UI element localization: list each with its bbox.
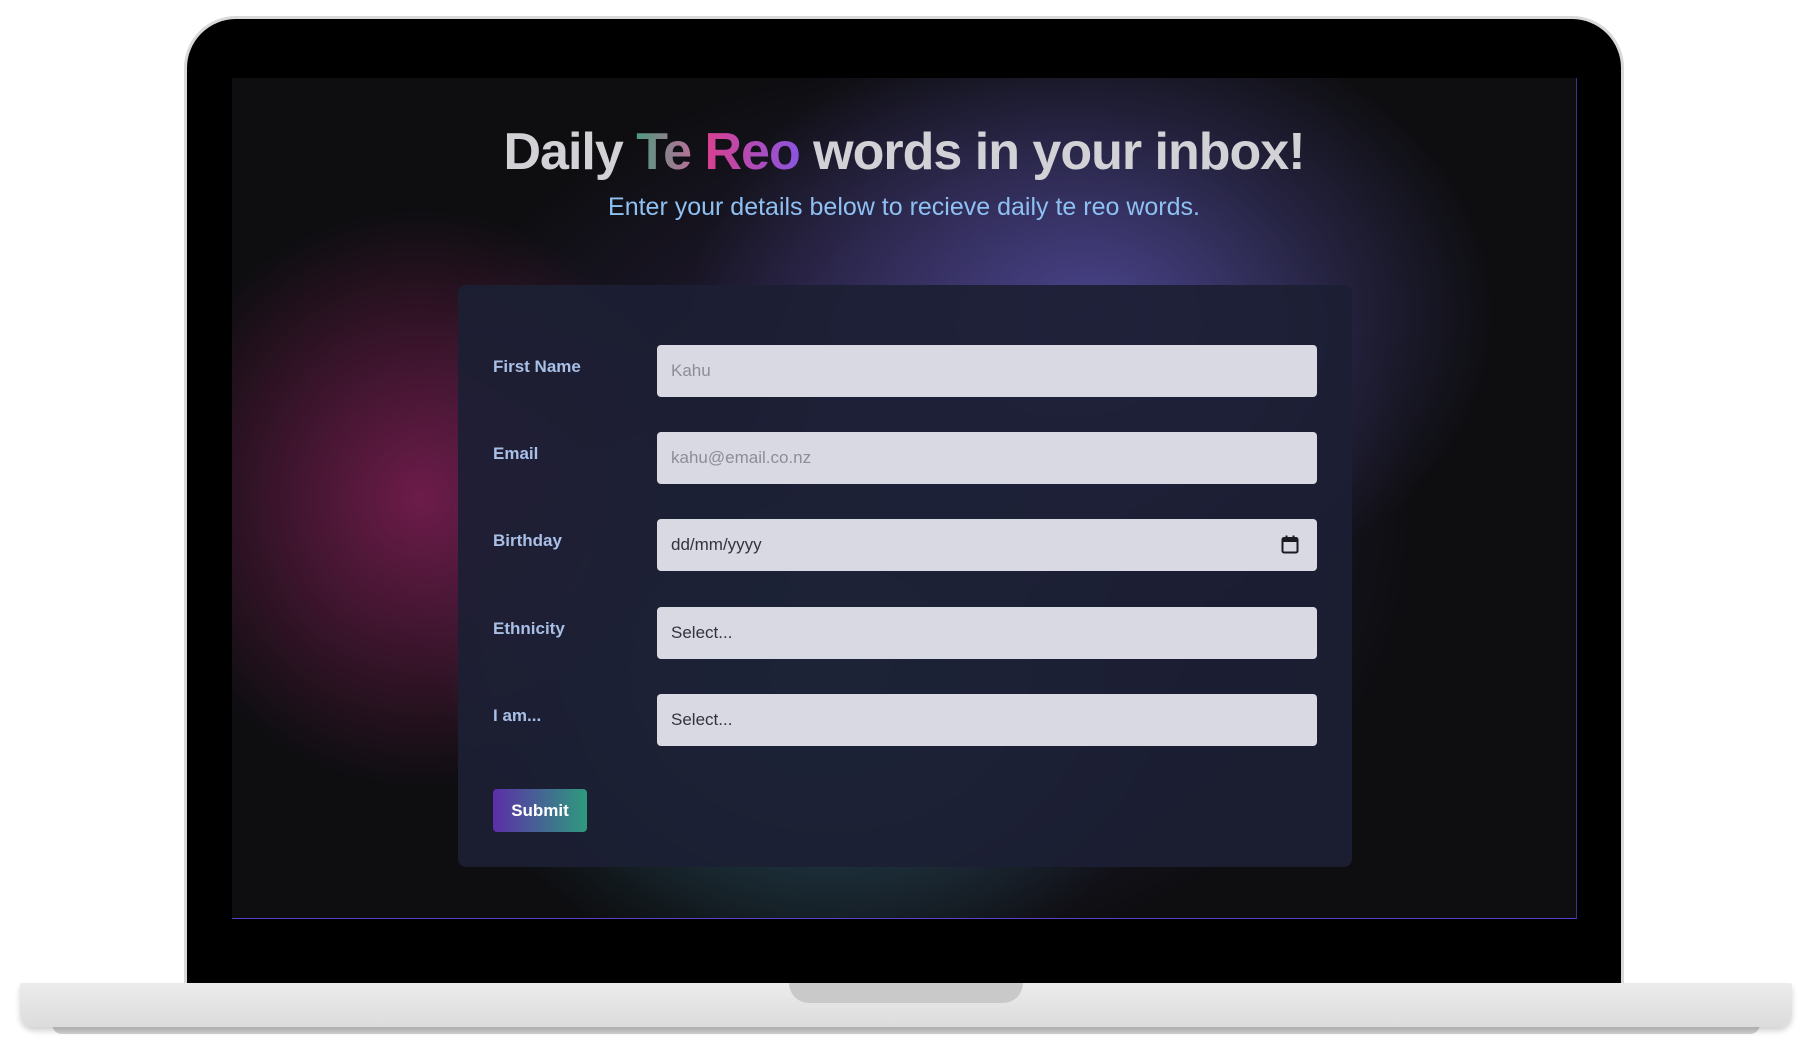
ethnicity-label: Ethnicity — [493, 619, 565, 638]
birthday-date-input[interactable]: dd/mm/yyyy — [657, 519, 1317, 571]
birthday-value: dd/mm/yyyy — [671, 535, 762, 554]
email-label: Email — [493, 444, 539, 463]
title-te: Te — [636, 123, 692, 181]
ethnicity-select[interactable]: Select... — [657, 607, 1317, 659]
browser-viewport: Daily Te Reo words in your inbox! Enter … — [232, 78, 1577, 919]
ethnicity-row: Ethnicity Select... — [458, 607, 1352, 659]
role-label: I am... — [493, 706, 542, 725]
role-row: I am... Select... — [458, 694, 1352, 746]
page-subtitle: Enter your details below to recieve dail… — [608, 193, 1200, 221]
role-selected-value: Select... — [671, 710, 733, 729]
role-select[interactable]: Select... — [657, 694, 1317, 746]
birthday-row: Birthday dd/mm/yyyy — [458, 519, 1352, 571]
ethnicity-selected-value: Select... — [671, 623, 733, 642]
email-input[interactable] — [657, 432, 1317, 484]
email-row: Email — [458, 432, 1352, 484]
title-space — [691, 123, 704, 181]
calendar-icon[interactable] — [1281, 535, 1299, 554]
birthday-label: Birthday — [493, 531, 562, 550]
first-name-row: First Name — [458, 345, 1352, 397]
first-name-input[interactable] — [657, 345, 1317, 397]
title-start: Daily — [503, 123, 637, 181]
signup-form: First Name Email Birthday dd/mm/yyyy Eth… — [458, 285, 1352, 867]
title-end: words in your inbox! — [799, 123, 1305, 181]
laptop-notch — [789, 983, 1023, 1003]
first-name-label: First Name — [493, 357, 581, 376]
submit-button[interactable]: Submit — [493, 789, 587, 832]
page-title: Daily Te Reo words in your inbox! — [232, 122, 1576, 182]
title-reo: Reo — [704, 123, 800, 181]
